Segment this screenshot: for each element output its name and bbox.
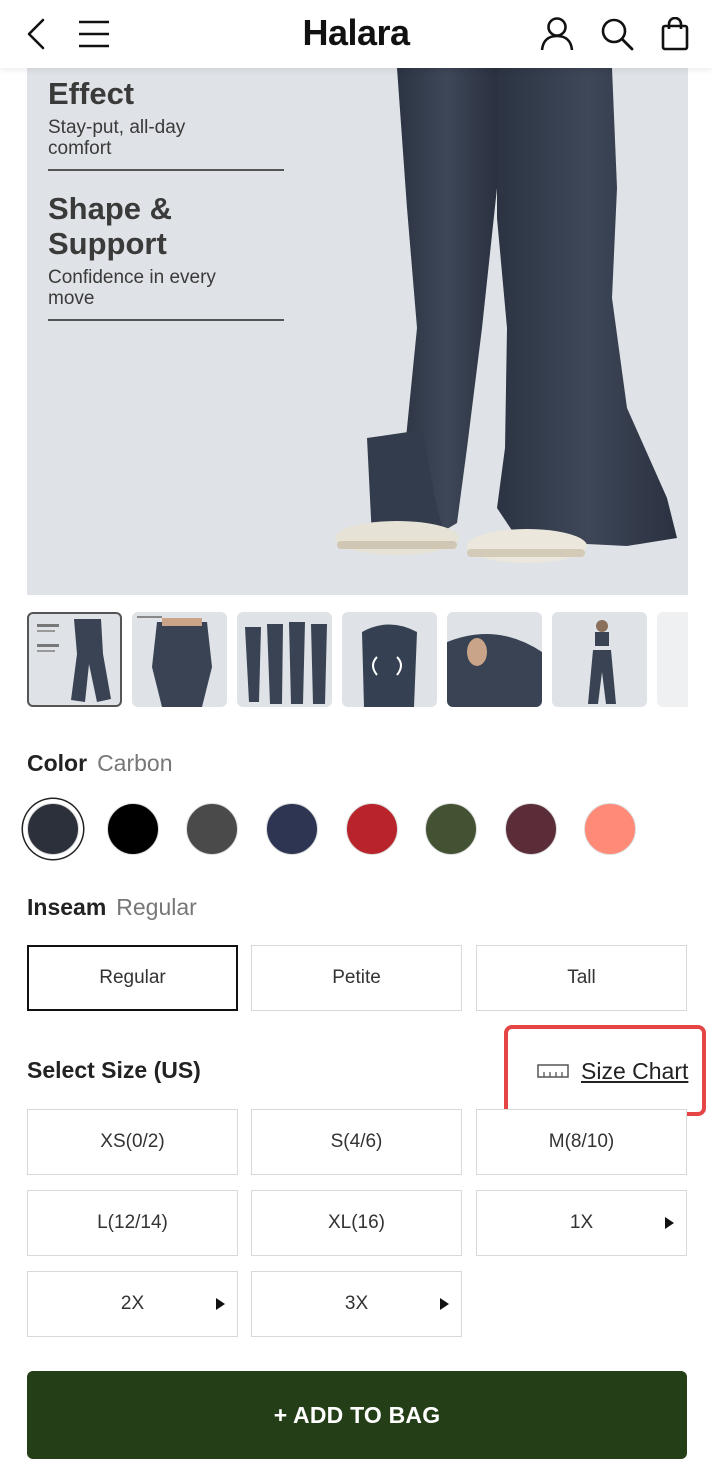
thumbnail-4[interactable] <box>342 612 437 707</box>
color-label: Color <box>27 750 88 776</box>
account-button[interactable] <box>537 14 577 54</box>
hero-divider <box>48 319 284 321</box>
thumbnail-6[interactable] <box>552 612 647 707</box>
size-chart-label[interactable]: Size Chart <box>581 1058 688 1085</box>
thumbnail-image <box>37 619 111 702</box>
size-option-label: 2X <box>120 1293 145 1314</box>
thumbnail-image <box>588 620 616 704</box>
size-option-label: L(12/14) <box>97 1212 168 1233</box>
search-icon <box>601 18 634 51</box>
size-option-label: XL(16) <box>327 1212 386 1233</box>
inseam-option-regular[interactable]: Regular <box>27 945 238 1011</box>
size-chart-link[interactable]: Size Chart <box>537 1054 688 1088</box>
hero-text-2: Confidence in every move <box>48 267 216 309</box>
size-option-l[interactable]: L(12/14) <box>27 1190 238 1256</box>
color-row-label: Color Carbon <box>27 750 173 777</box>
product-hero-image[interactable]: Effect Stay-put, all-day comfort Shape &… <box>27 68 688 595</box>
inseam-option-tall[interactable]: Tall <box>476 945 687 1011</box>
color-swatch-6[interactable] <box>425 803 477 855</box>
color-swatch-8[interactable] <box>584 803 636 855</box>
inseam-option-petite[interactable]: Petite <box>251 945 462 1011</box>
thumbnail-2[interactable] <box>132 612 227 707</box>
header-bar: Halara <box>0 0 712 68</box>
color-swatch-4[interactable] <box>266 803 318 855</box>
color-swatch-5[interactable] <box>346 803 398 855</box>
hero-text-1: Stay-put, all-day comfort <box>48 117 186 159</box>
size-option-label: 1X <box>569 1212 594 1233</box>
size-option-2x[interactable]: 2X <box>27 1271 238 1337</box>
size-option-1x[interactable]: 1X <box>476 1190 687 1256</box>
size-label: Select Size (US) <box>27 1057 201 1083</box>
cart-button[interactable] <box>655 14 695 54</box>
thumbnail-strip[interactable] <box>27 612 688 708</box>
size-option-xl[interactable]: XL(16) <box>251 1190 462 1256</box>
inseam-row-label: Inseam Regular <box>27 894 197 921</box>
size-option-s[interactable]: S(4/6) <box>251 1109 462 1175</box>
color-swatch-3[interactable] <box>186 803 238 855</box>
inseam-label: Inseam <box>27 894 107 920</box>
thumbnail-7[interactable] <box>657 612 688 707</box>
size-option-label: XS(0/2) <box>100 1131 165 1152</box>
thumbnail-image <box>447 634 542 707</box>
ruler-icon <box>537 1064 569 1078</box>
color-swatch-2[interactable] <box>107 803 159 855</box>
size-option-label: M(8/10) <box>548 1131 615 1152</box>
hero-heading-2: Shape & Support <box>48 191 173 261</box>
color-swatch-carbon[interactable] <box>27 803 79 855</box>
size-option-m[interactable]: M(8/10) <box>476 1109 687 1175</box>
size-option-3x[interactable]: 3X <box>251 1271 462 1337</box>
size-option-xs[interactable]: XS(0/2) <box>27 1109 238 1175</box>
thumbnail-1[interactable] <box>27 612 122 707</box>
thumbnail-3[interactable] <box>237 612 332 707</box>
thumbnail-image <box>362 624 417 707</box>
add-to-bag-button[interactable]: + ADD TO BAG <box>27 1371 687 1459</box>
thumbnail-image <box>137 616 212 707</box>
thumbnail-5[interactable] <box>447 612 542 707</box>
play-triangle-icon <box>216 1298 225 1310</box>
inseam-selected-value: Regular <box>116 894 197 920</box>
hero-heading-1: Effect <box>48 76 135 111</box>
size-option-label: 3X <box>344 1293 369 1314</box>
color-selected-value: Carbon <box>97 750 173 776</box>
play-triangle-icon <box>440 1298 449 1310</box>
size-option-label: S(4/6) <box>330 1131 383 1152</box>
color-swatch-7[interactable] <box>505 803 557 855</box>
search-button[interactable] <box>597 14 637 54</box>
hero-feature-text: Effect Stay-put, all-day comfort Shape &… <box>48 68 288 341</box>
shopping-bag-icon <box>661 17 689 51</box>
thumbnail-image <box>245 622 327 704</box>
play-triangle-icon <box>665 1217 674 1229</box>
user-icon <box>540 17 574 51</box>
hero-divider <box>48 169 284 171</box>
